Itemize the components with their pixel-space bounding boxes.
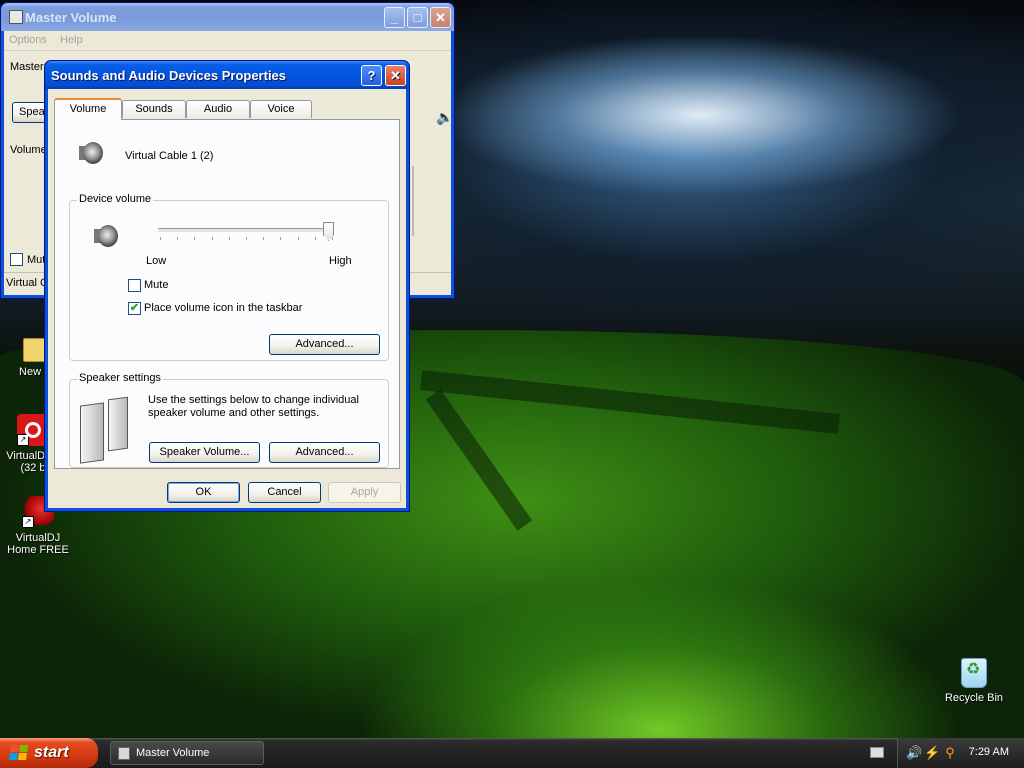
close-button[interactable]: ✕ — [430, 7, 451, 28]
slider-tick — [212, 237, 213, 240]
start-button[interactable]: start — [0, 738, 98, 768]
speaker-settings-group: Speaker settings Use the settings below … — [69, 372, 389, 468]
speaker-small-icon: 🔈 — [436, 109, 454, 125]
help-button[interactable]: ? — [361, 65, 382, 86]
volume-app-icon — [118, 747, 130, 760]
slider-tick — [160, 237, 161, 240]
tab-voice[interactable]: Voice — [250, 100, 312, 118]
speaker-icon — [79, 136, 111, 168]
low-label: Low — [146, 255, 167, 267]
cancel-button[interactable]: Cancel — [248, 482, 321, 503]
search-tray-icon[interactable]: ⚲ — [942, 745, 958, 761]
tab-audio[interactable]: Audio — [186, 100, 250, 118]
slider-tick — [332, 237, 333, 240]
window-title: Master Volume — [25, 10, 117, 25]
slider-tick — [315, 237, 316, 240]
device-volume-legend: Device volume — [77, 193, 154, 205]
speaker-advanced-button[interactable]: Advanced... — [269, 442, 380, 463]
menu-help[interactable]: Help — [55, 31, 88, 49]
speaker-settings-legend: Speaker settings — [77, 372, 163, 384]
tab-volume[interactable]: Volume — [54, 98, 122, 120]
slider-tick — [177, 237, 178, 240]
master-label: Master — [10, 61, 44, 73]
taskbar-button-master-volume[interactable]: Master Volume — [110, 741, 264, 765]
mute-label: Mut — [27, 254, 46, 266]
keyboard-icon[interactable] — [870, 747, 884, 758]
network-tray-icon[interactable]: ⚡ — [924, 745, 940, 761]
volume-slider-track[interactable] — [412, 166, 414, 236]
sounds-audio-dialog[interactable]: Sounds and Audio Devices Properties ? ✕ … — [44, 60, 410, 512]
menu-bar: Options Help — [4, 31, 451, 51]
volume-app-icon — [9, 10, 23, 24]
maximize-button[interactable]: □ — [407, 7, 428, 28]
status-text: Virtual C — [6, 277, 48, 289]
slider-tick — [298, 237, 299, 240]
windows-logo-icon — [9, 745, 29, 761]
slider-tick — [246, 237, 247, 240]
slider-tick — [194, 237, 195, 240]
desktop-icon-label: Recycle Bin — [944, 692, 1004, 704]
minimize-button[interactable]: _ — [384, 7, 405, 28]
taskbar-icon-checkbox[interactable]: ✔ — [128, 302, 141, 315]
task-label: Master Volume — [136, 747, 210, 759]
apply-button[interactable]: Apply — [328, 482, 401, 503]
master-volume-titlebar[interactable]: Master Volume _ □ ✕ — [1, 3, 454, 31]
recycle-bin-icon — [961, 658, 987, 688]
slider-track — [158, 228, 334, 233]
mute-checkbox[interactable] — [128, 279, 141, 292]
speakers-icon — [78, 396, 138, 464]
tab-label: Voice — [267, 103, 295, 115]
menu-options[interactable]: Options — [4, 31, 52, 49]
tab-label: Audio — [203, 103, 233, 115]
mute-label: Mute — [144, 279, 169, 291]
volume-label: Volume — [10, 144, 47, 156]
dialog-title: Sounds and Audio Devices Properties — [51, 68, 287, 83]
taskbar-icon-label: Place volume icon in the taskbar — [144, 302, 303, 314]
high-label: High — [329, 255, 352, 267]
dialog-client: Volume Sounds Audio Voice Virtual Cable … — [48, 89, 406, 508]
speaker-volume-button[interactable]: Speaker Volume... — [149, 442, 260, 463]
device-volume-slider[interactable] — [158, 219, 334, 251]
start-label: start — [34, 744, 69, 761]
taskbar: start Master Volume 🔊 ⚡ ⚲ 7:29 AM — [0, 738, 1024, 768]
slider-tick — [263, 237, 264, 240]
device-advanced-button[interactable]: Advanced... — [269, 334, 380, 355]
close-button[interactable]: ✕ — [385, 65, 406, 86]
ok-button[interactable]: OK — [167, 482, 240, 503]
slider-tick — [229, 237, 230, 240]
speaker-settings-description: Use the settings below to change individ… — [148, 394, 359, 419]
volume-tab-panel: Virtual Cable 1 (2) Device volume Low Hi… — [54, 119, 400, 469]
system-tray: 🔊 ⚡ ⚲ 7:29 AM — [897, 738, 1024, 768]
slider-tick — [280, 237, 281, 240]
volume-tray-icon[interactable]: 🔊 — [906, 745, 922, 761]
device-volume-group: Device volume Low High Mute ✔ Place volu… — [69, 193, 389, 361]
dialog-titlebar[interactable]: Sounds and Audio Devices Properties ? ✕ — [45, 61, 409, 89]
device-name: Virtual Cable 1 (2) — [125, 150, 214, 162]
tab-label: Sounds — [135, 103, 173, 115]
tab-label: Volume — [69, 103, 107, 115]
tab-sounds[interactable]: Sounds — [122, 100, 186, 118]
desktop-icon-label: VirtualDJ Home FREE — [7, 532, 69, 556]
speaker-volume-icon — [94, 219, 126, 251]
desktop-icon-recycle-bin[interactable]: Recycle Bin — [936, 658, 1012, 704]
clock[interactable]: 7:29 AM — [969, 746, 1009, 758]
mute-checkbox[interactable] — [10, 253, 23, 266]
